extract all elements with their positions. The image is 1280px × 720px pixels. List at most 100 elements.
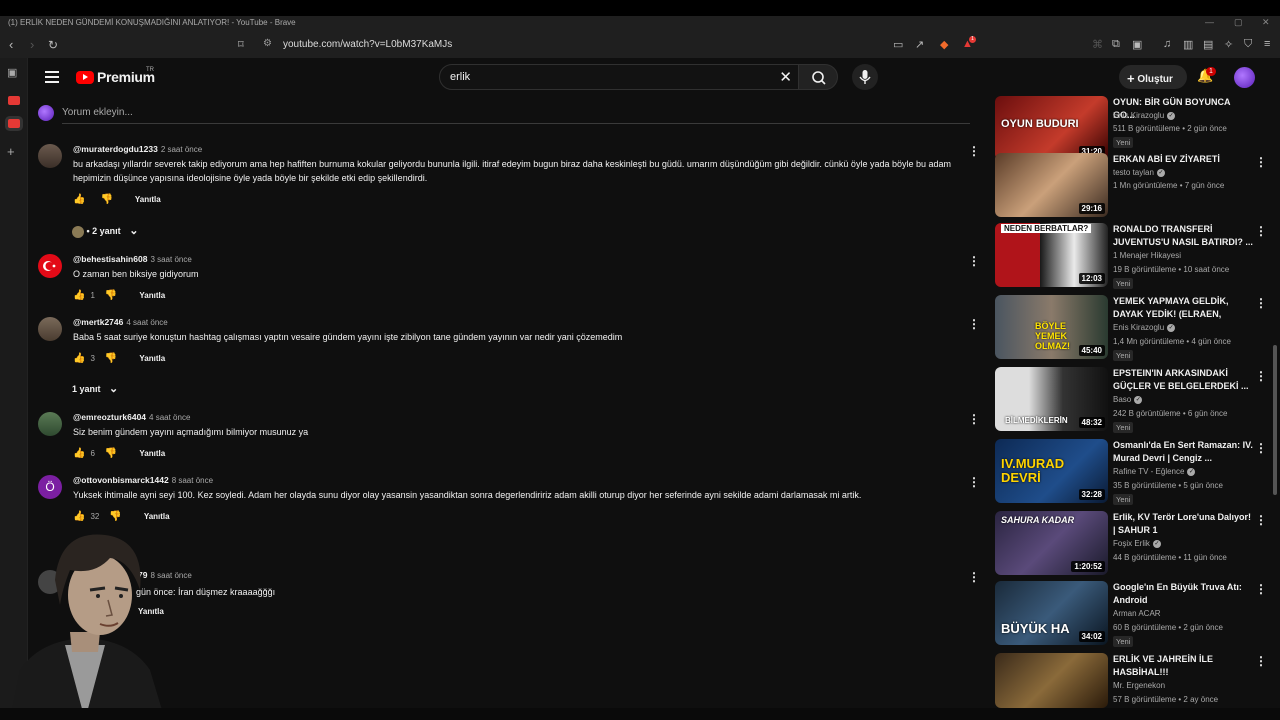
dislike-icon[interactable]: 👎: [105, 290, 117, 301]
video-thumbnail[interactable]: 29:16: [995, 153, 1108, 217]
bookmark-icon[interactable]: ⌑: [238, 37, 244, 53]
comment-time[interactable]: 2 saat önce: [161, 145, 202, 154]
like-icon[interactable]: 👍: [73, 290, 85, 301]
guide-menu-icon[interactable]: [45, 71, 59, 86]
channel-name[interactable]: 1 Menajer Hikayesi: [1113, 251, 1181, 260]
comment-author[interactable]: @emreozturk6404: [73, 412, 146, 422]
video-menu-icon[interactable]: ⋮: [1255, 513, 1267, 527]
youtube-pinned-icon[interactable]: [8, 96, 20, 105]
replies-toggle[interactable]: • 2 yanıt ⌄: [72, 224, 138, 238]
url-field[interactable]: youtube.com/watch?v=L0bM37KaMJs: [283, 39, 452, 50]
extensions-icon[interactable]: ⧉: [1112, 38, 1120, 51]
video-thumbnail[interactable]: SAHURA KADAR 1:20:52: [995, 511, 1108, 575]
comment-time[interactable]: 4 saat önce: [126, 318, 167, 327]
video-thumbnail[interactable]: NEDEN BERBATLAR? 12:03: [995, 223, 1108, 287]
comment-menu-icon[interactable]: ⋮: [968, 254, 980, 268]
video-thumbnail[interactable]: BİLMEDİKLERİN 48:32: [995, 367, 1108, 431]
video-title[interactable]: ERLİK VE JAHREİN İLE HASBİHAL!!!: [1113, 653, 1253, 679]
like-icon[interactable]: 👍: [73, 448, 85, 459]
channel-name[interactable]: Mr. Ergenekon: [1113, 681, 1165, 690]
comment-menu-icon[interactable]: ⋮: [968, 144, 980, 158]
site-info-icon[interactable]: ⚙: [263, 38, 272, 49]
channel-name[interactable]: testo taylan ✓: [1113, 168, 1165, 177]
voice-search-button[interactable]: [852, 64, 878, 90]
recommended-video[interactable]: BÖYLE YEMEK OLMAZ! 45:40 YEMEK YAPMAYA G…: [995, 295, 1270, 361]
channel-name[interactable]: Baso ✓: [1113, 395, 1143, 404]
add-panel-icon[interactable]: +: [7, 144, 15, 159]
forward-icon[interactable]: ›: [30, 37, 34, 53]
recommended-video[interactable]: SAHURA KADAR 1:20:52 Erlik, KV Terör Lor…: [995, 511, 1270, 577]
recommended-video[interactable]: IV.MURAD DEVRİ 32:28 Osmanlı'da En Sert …: [995, 439, 1270, 505]
vpn-icon[interactable]: ⛉: [1244, 38, 1252, 51]
dislike-icon[interactable]: 👎: [105, 448, 117, 459]
comment-menu-icon[interactable]: ⋮: [968, 570, 980, 584]
channel-name[interactable]: Enis Kirazoglu ✓: [1113, 323, 1176, 332]
recommended-video[interactable]: ERLİK VE JAHREİN İLE HASBİHAL!!! Mr. Erg…: [995, 653, 1270, 708]
recommended-video[interactable]: 29:16 ERKAN ABİ EV ZİYARETİ testo taylan…: [995, 153, 1270, 219]
reply-button[interactable]: Yanıtla: [139, 354, 165, 363]
video-thumbnail[interactable]: OYUN BUDURI 31:20: [995, 96, 1108, 160]
comment-avatar[interactable]: [38, 254, 62, 278]
dislike-icon[interactable]: 👎: [100, 194, 112, 205]
menu-icon[interactable]: ≡: [1264, 38, 1270, 50]
dislike-icon[interactable]: 👎: [105, 353, 117, 364]
maximize-icon[interactable]: ▢: [1234, 17, 1243, 28]
video-thumbnail[interactable]: [995, 653, 1108, 708]
screenshot-icon[interactable]: ▣: [1132, 38, 1142, 51]
channel-name[interactable]: Arman ACAR: [1113, 609, 1161, 618]
reply-button[interactable]: Yanıtla: [135, 195, 161, 204]
add-comment-input[interactable]: Yorum ekleyin...: [62, 107, 133, 118]
video-title[interactable]: Erlik, KV Terör Lore'una Dalıyor! | SAHU…: [1113, 511, 1253, 537]
channel-name[interactable]: Enis Kirazoglu ✓: [1113, 111, 1176, 120]
comment-author[interactable]: @ottovonbismarck1442: [73, 475, 169, 485]
sidebar-toggle-icon[interactable]: ▥: [1183, 38, 1193, 51]
reply-button[interactable]: Yanıtla: [139, 291, 165, 300]
video-title[interactable]: ERKAN ABİ EV ZİYARETİ: [1113, 153, 1253, 166]
channel-name[interactable]: Rafine TV - Eğlence ✓: [1113, 467, 1196, 476]
comment-avatar[interactable]: Ö: [38, 475, 62, 499]
account-avatar[interactable]: [1234, 67, 1255, 88]
video-thumbnail[interactable]: BÖYLE YEMEK OLMAZ! 45:40: [995, 295, 1108, 359]
video-menu-icon[interactable]: ⋮: [1255, 654, 1267, 668]
comment-time[interactable]: 8 saat önce: [172, 476, 213, 485]
channel-name[interactable]: Foşix Erlik ✓: [1113, 539, 1161, 548]
search-box[interactable]: erlik ✕: [439, 64, 799, 90]
search-button[interactable]: [798, 64, 838, 90]
youtube-logo[interactable]: Premium TR: [76, 67, 155, 85]
comment-menu-icon[interactable]: ⋮: [968, 475, 980, 489]
brave-shields-icon[interactable]: ◆: [940, 38, 948, 51]
leo-ai-icon[interactable]: ✧: [1224, 38, 1233, 51]
cast-icon[interactable]: ▭: [893, 38, 903, 51]
sidebar-panel-icon[interactable]: ▣: [7, 66, 17, 79]
search-input[interactable]: erlik: [450, 71, 470, 83]
clear-search-icon[interactable]: ✕: [779, 68, 792, 86]
video-menu-icon[interactable]: ⋮: [1255, 441, 1267, 455]
like-icon[interactable]: 👍: [73, 353, 85, 364]
video-title[interactable]: Osmanlı'da En Sert Ramazan: IV. Murad De…: [1113, 439, 1253, 465]
comment-avatar[interactable]: [38, 412, 62, 436]
youtube-active-icon[interactable]: [8, 119, 20, 128]
back-icon[interactable]: ‹: [9, 37, 13, 53]
comment-menu-icon[interactable]: ⋮: [968, 412, 980, 426]
video-title[interactable]: RONALDO TRANSFERİ JUVENTUS'U NASIL BATIR…: [1113, 223, 1253, 249]
like-icon[interactable]: 👍: [73, 194, 85, 205]
comment-menu-icon[interactable]: ⋮: [968, 317, 980, 331]
video-menu-icon[interactable]: ⋮: [1255, 296, 1267, 310]
comment-time[interactable]: 4 saat önce: [149, 413, 190, 422]
wallet-icon[interactable]: ▤: [1203, 38, 1213, 51]
replies-toggle[interactable]: 1 yanıt ⌄: [72, 382, 118, 395]
media-icon[interactable]: ♫: [1163, 38, 1171, 50]
recommended-video[interactable]: NEDEN BERBATLAR? 12:03 RONALDO TRANSFERİ…: [995, 223, 1270, 289]
comment-time[interactable]: 3 saat önce: [150, 255, 191, 264]
reply-button[interactable]: Yanıtla: [139, 449, 165, 458]
comment-avatar[interactable]: [38, 317, 62, 341]
create-button[interactable]: + Oluştur: [1119, 65, 1187, 89]
close-window-icon[interactable]: ✕: [1262, 17, 1270, 28]
reload-icon[interactable]: ↻: [48, 37, 58, 53]
comment-author[interactable]: @mertk2746: [73, 317, 123, 327]
video-menu-icon[interactable]: ⋮: [1255, 582, 1267, 596]
video-title[interactable]: Google'ın En Büyük Truva Atı: Android: [1113, 581, 1253, 607]
share-icon[interactable]: ↗: [915, 38, 924, 51]
recommended-video[interactable]: BÜYÜK HA 34:02 Google'ın En Büyük Truva …: [995, 581, 1270, 647]
scrollbar-thumb[interactable]: [1273, 345, 1277, 495]
